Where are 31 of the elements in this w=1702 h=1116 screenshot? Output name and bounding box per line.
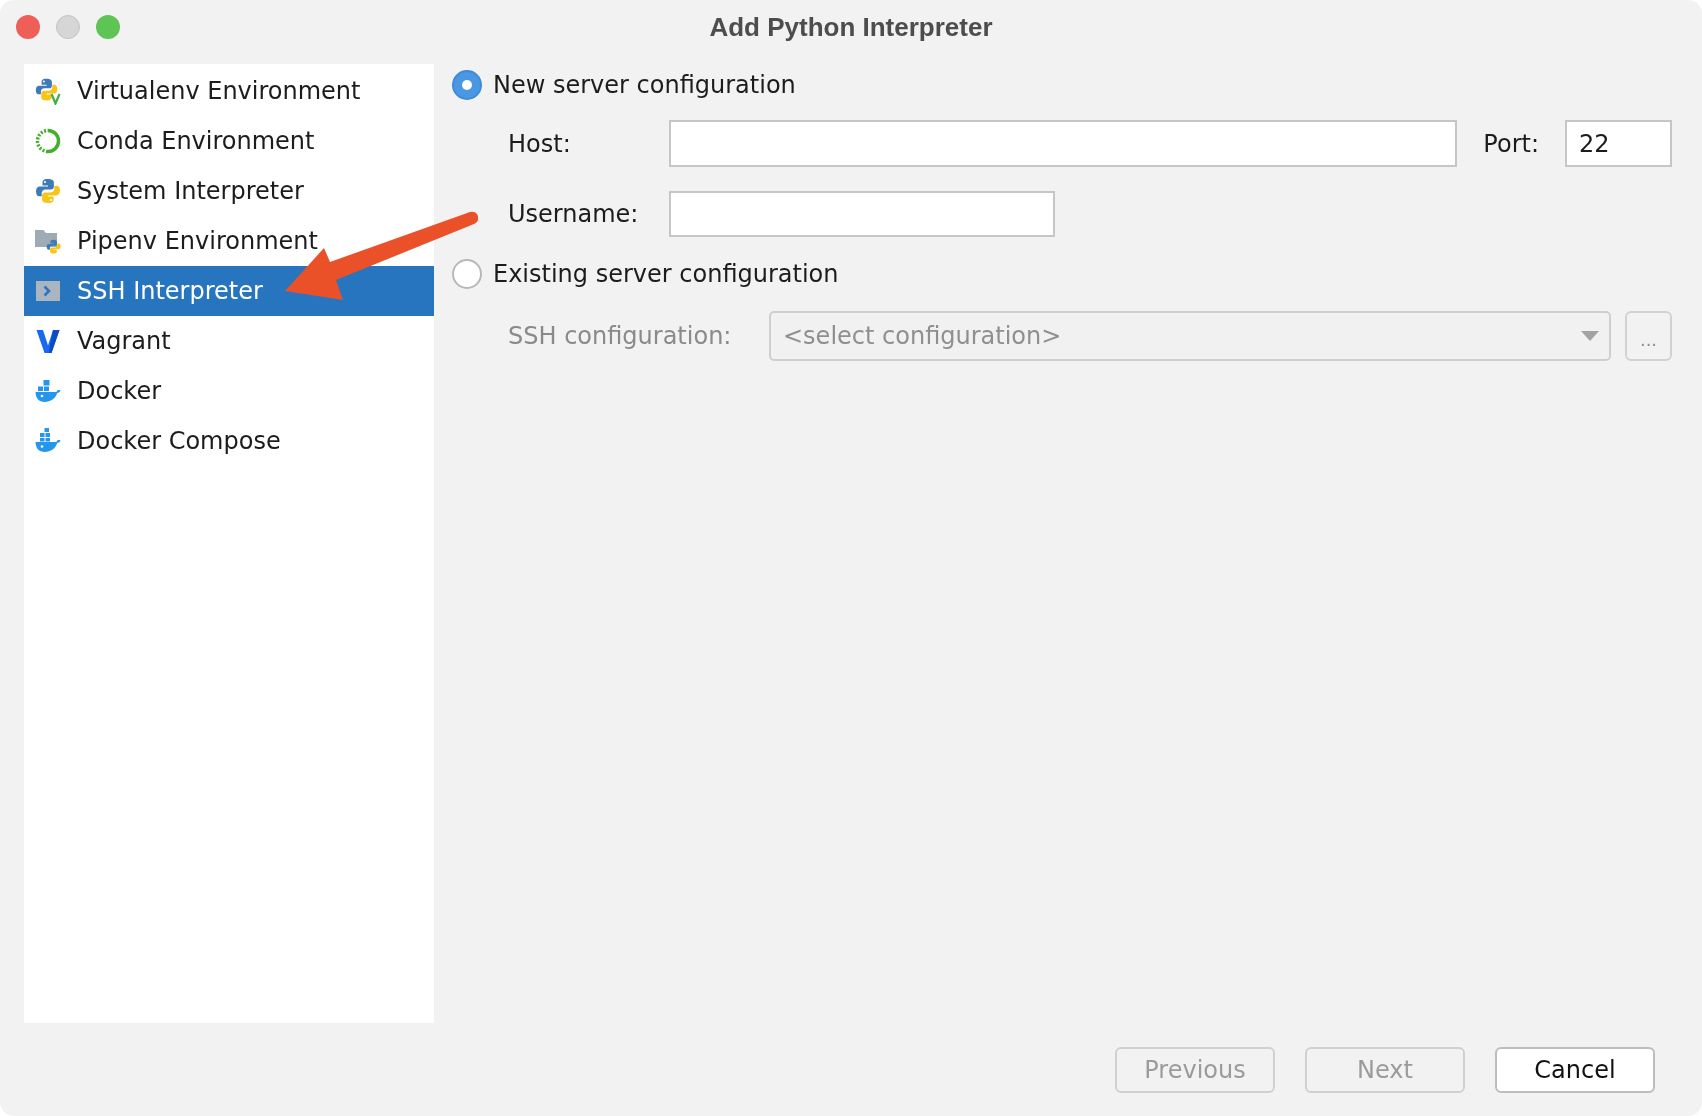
sidebar-item[interactable]: System Interpreter bbox=[24, 166, 434, 216]
python-v-icon bbox=[34, 77, 62, 105]
window-title: Add Python Interpreter bbox=[709, 11, 993, 43]
folder-python-icon bbox=[34, 227, 62, 255]
field-label: SSH configuration: bbox=[508, 322, 733, 350]
host-field[interactable] bbox=[669, 120, 1458, 167]
field-label: Port: bbox=[1483, 129, 1539, 158]
cancel-button[interactable]: Cancel bbox=[1495, 1047, 1655, 1093]
sidebar-item[interactable]: Docker bbox=[24, 366, 434, 416]
port-field[interactable]: 22 bbox=[1565, 120, 1672, 167]
option-label[interactable]: New server configuration bbox=[493, 71, 796, 99]
caret-icon bbox=[1581, 331, 1599, 341]
v-logo-icon bbox=[34, 327, 62, 355]
maximize-button[interactable] bbox=[96, 15, 120, 39]
radio-button[interactable] bbox=[452, 70, 482, 100]
radio-button[interactable] bbox=[452, 259, 482, 289]
sidebar-item[interactable]: Docker Compose bbox=[24, 416, 434, 466]
whale-icon bbox=[34, 377, 62, 405]
username-field[interactable] bbox=[669, 191, 1055, 237]
python-icon bbox=[34, 177, 62, 205]
option-label[interactable]: Existing server configuration bbox=[493, 260, 839, 288]
sidebar-item[interactable]: Conda Environment bbox=[24, 116, 434, 166]
field-label: Host: bbox=[508, 129, 572, 158]
ring-icon bbox=[34, 127, 62, 155]
close-button[interactable] bbox=[16, 15, 40, 39]
sidebar-item[interactable]: SSH Interpreter bbox=[24, 266, 434, 316]
sidebar-item[interactable]: Vagrant bbox=[24, 316, 434, 366]
sidebar-item[interactable]: Virtualenv Environment bbox=[24, 66, 434, 116]
field-label: Username: bbox=[508, 200, 640, 228]
sidebar-item[interactable]: Pipenv Environment bbox=[24, 216, 434, 266]
whale-stack-icon bbox=[34, 427, 62, 455]
